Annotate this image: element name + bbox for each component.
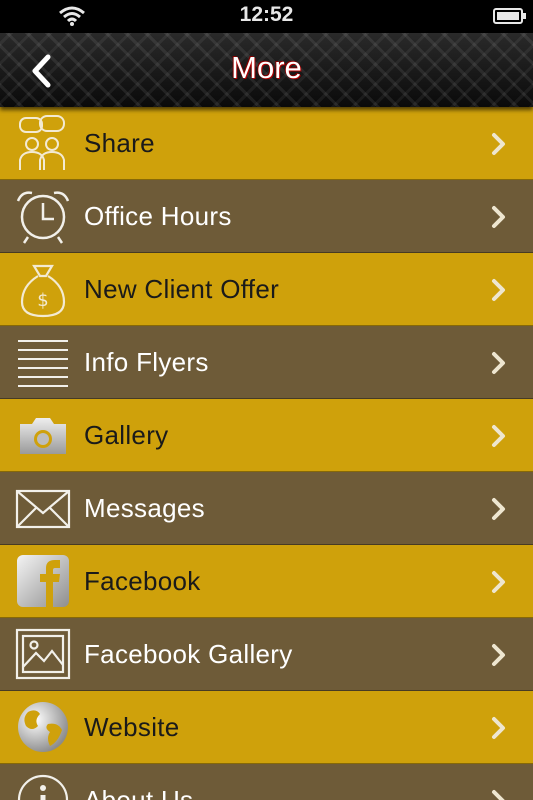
chevron-right-icon	[492, 571, 505, 593]
menu-list: Share Office Hours $ New Client Offer In…	[0, 107, 533, 800]
menu-item-office-hours[interactable]: Office Hours	[0, 180, 533, 253]
facebook-icon	[17, 555, 69, 607]
menu-item-messages[interactable]: Messages	[0, 472, 533, 545]
chevron-right-icon	[492, 133, 505, 155]
chevron-right-icon	[492, 790, 505, 800]
menu-item-info-flyers[interactable]: Info Flyers	[0, 326, 533, 399]
money-bag-icon: $	[20, 264, 66, 318]
menu-item-new-client-offer[interactable]: $ New Client Offer	[0, 253, 533, 326]
chevron-right-icon	[492, 425, 505, 447]
menu-item-label: Facebook Gallery	[84, 639, 293, 669]
envelope-icon	[15, 489, 71, 529]
svg-text:$: $	[37, 290, 48, 311]
globe-icon	[18, 702, 68, 752]
chevron-right-icon	[492, 644, 505, 666]
info-icon	[17, 774, 69, 800]
status-bar: 12:52	[0, 0, 533, 33]
menu-item-label: Messages	[84, 493, 205, 523]
page-title: More	[231, 50, 302, 85]
menu-item-label: Website	[84, 712, 180, 742]
chevron-right-icon	[492, 206, 505, 228]
menu-item-share[interactable]: Share	[0, 107, 533, 180]
menu-item-facebook[interactable]: Facebook	[0, 545, 533, 618]
chevron-right-icon	[492, 279, 505, 301]
share-people-icon	[19, 115, 65, 170]
menu-item-label: Office Hours	[84, 201, 232, 231]
camera-icon	[20, 418, 66, 454]
menu-item-label: Info Flyers	[84, 347, 209, 377]
menu-item-gallery[interactable]: Gallery	[0, 399, 533, 472]
menu-item-label: Share	[84, 128, 155, 158]
menu-item-website[interactable]: Website	[0, 691, 533, 764]
menu-item-facebook-gallery[interactable]: Facebook Gallery	[0, 618, 533, 691]
chevron-right-icon	[492, 352, 505, 374]
menu-item-label: New Client Offer	[84, 274, 280, 304]
chevron-right-icon	[492, 498, 505, 520]
menu-item-label: Gallery	[84, 420, 169, 450]
navigation-bar: More	[0, 33, 533, 107]
lines-list-icon	[18, 340, 68, 387]
menu-item-label: Facebook	[84, 566, 201, 596]
picture-frame-icon	[15, 628, 71, 680]
alarm-clock-icon	[16, 191, 70, 244]
battery-icon	[493, 8, 526, 24]
chevron-right-icon	[492, 717, 505, 739]
status-time: 12:52	[239, 3, 294, 26]
menu-item-label: About Us	[84, 785, 194, 800]
menu-item-about-us[interactable]: About Us	[0, 764, 533, 800]
